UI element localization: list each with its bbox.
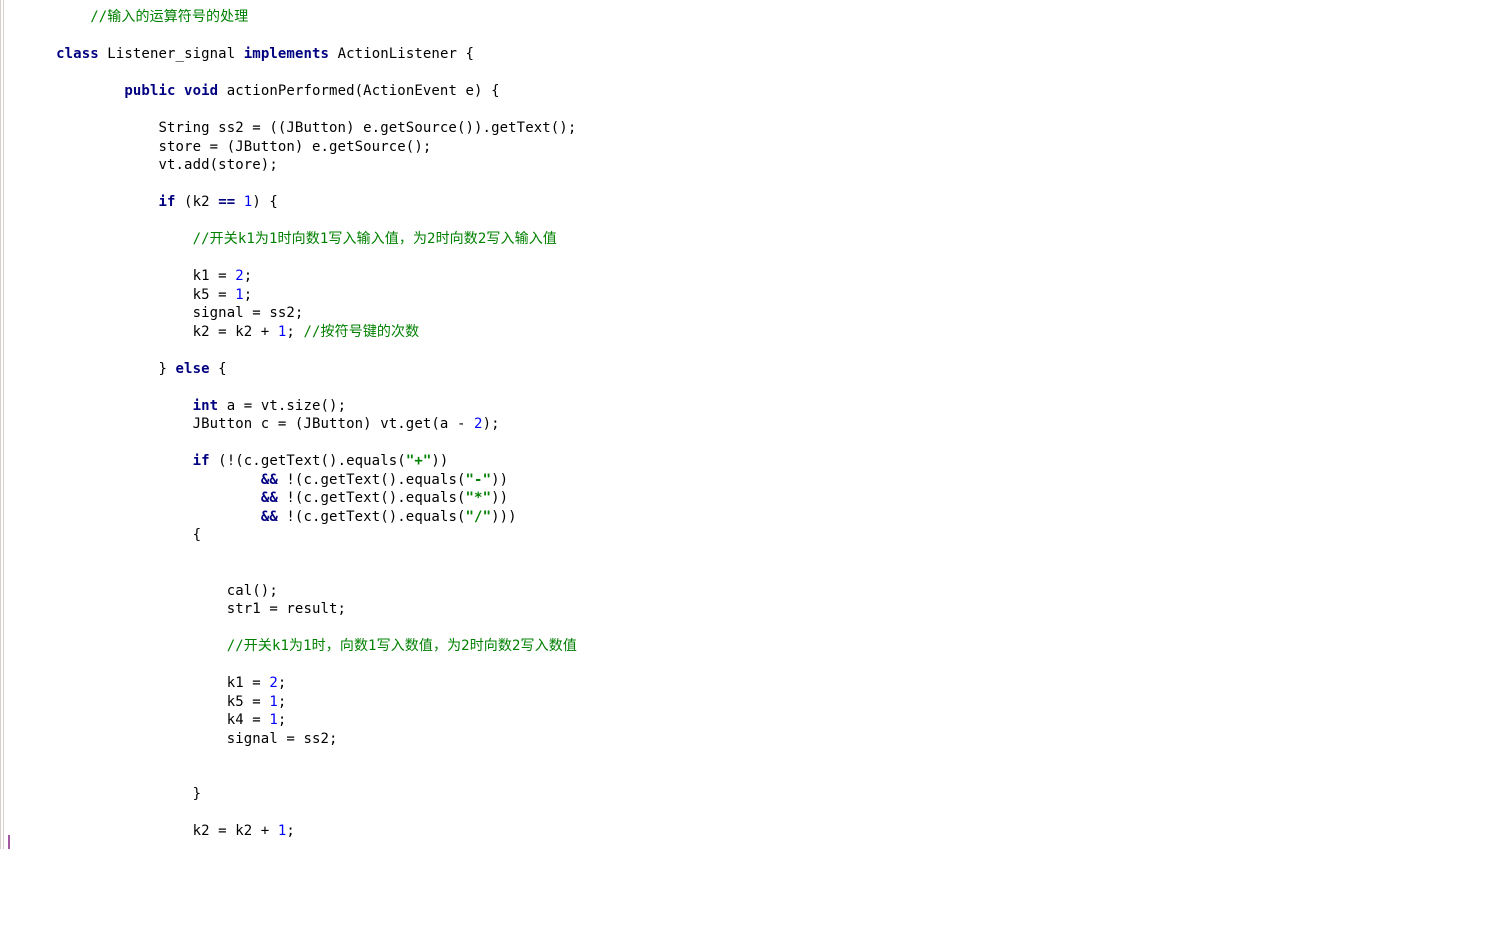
- caret-mark: [8, 835, 10, 849]
- gutter: [0, 0, 4, 849]
- code-block: //输入的运算符号的处理 class Listener_signal imple…: [22, 8, 1501, 841]
- code-editor: //输入的运算符号的处理 class Listener_signal imple…: [0, 0, 1501, 849]
